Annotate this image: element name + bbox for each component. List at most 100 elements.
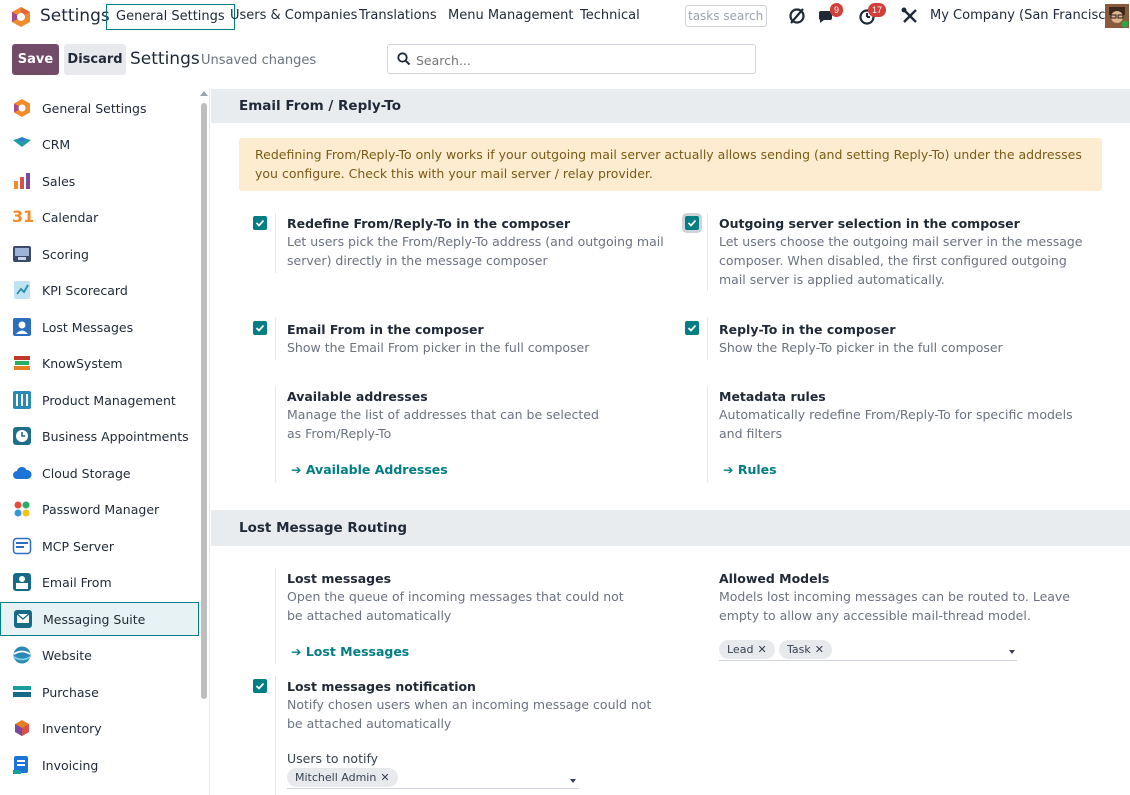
sidebar-item-label: General Settings xyxy=(42,100,147,116)
setting-description: Notify chosen users when an incoming mes… xyxy=(287,697,652,731)
sidebar-item-general-settings[interactable]: General Settings xyxy=(0,91,199,125)
sidebar-item-label: Password Manager xyxy=(42,501,160,517)
setting-description: Automatically redefine From/Reply-To for… xyxy=(719,407,1073,441)
setting-divider xyxy=(707,318,708,360)
setting-title: Lost messages xyxy=(287,571,392,586)
settings-search[interactable] xyxy=(387,44,756,74)
setting-title: Allowed Models xyxy=(719,571,830,586)
sidebar-item-label: Scoring xyxy=(42,246,89,262)
sidebar-item-label: Inventory xyxy=(42,720,102,736)
lost-notification-checkbox[interactable] xyxy=(253,679,267,693)
sidebar-item-crm[interactable]: CRM xyxy=(0,127,199,161)
setting-divider xyxy=(275,386,276,482)
email-from-icon xyxy=(13,573,31,591)
discard-button[interactable]: Discard xyxy=(64,44,126,75)
breadcrumb: Settings xyxy=(130,49,200,69)
sidebar-item-label: CRM xyxy=(42,136,71,152)
sidebar-item-calendar[interactable]: 31 Calendar xyxy=(0,200,199,234)
setting-description: Let users pick the From/Reply-To address… xyxy=(287,234,664,268)
menu-menu-management[interactable]: Menu Management xyxy=(440,4,581,30)
sidebar-item-purchase[interactable]: Purchase xyxy=(0,675,199,709)
sidebar-item-label: Product Management xyxy=(42,392,176,408)
setting-title: Metadata rules xyxy=(719,389,826,404)
outgoing-server-checkbox[interactable] xyxy=(685,216,699,230)
kpi-icon xyxy=(14,281,30,299)
menu-users-companies[interactable]: Users & Companies xyxy=(222,4,365,30)
website-icon xyxy=(13,646,31,664)
sidebar-item-website[interactable]: Website xyxy=(0,638,199,672)
sidebar-item-inventory[interactable]: Inventory xyxy=(0,711,199,745)
sidebar-item-label: Invoicing xyxy=(42,757,99,773)
sidebar-item-lost-messages[interactable]: Lost Messages xyxy=(0,310,199,344)
general-settings-icon xyxy=(14,99,30,117)
dropdown-caret-icon[interactable] xyxy=(570,779,576,783)
available-addresses-link[interactable]: ➔ Available Addresses xyxy=(291,462,448,477)
remove-tag-icon[interactable]: ✕ xyxy=(757,643,766,656)
sidebar-item-label: Sales xyxy=(42,173,76,189)
sidebar-item-invoicing[interactable]: Invoicing xyxy=(0,748,199,782)
sidebar-item-cloud-storage[interactable]: Cloud Storage xyxy=(0,456,199,490)
search-input[interactable] xyxy=(416,50,746,70)
sidebar-item-sales[interactable]: Sales xyxy=(0,164,199,198)
remove-tag-icon[interactable]: ✕ xyxy=(815,643,824,656)
redefine-checkbox[interactable] xyxy=(253,216,267,230)
allowed-models-field[interactable]: Lead ✕ Task ✕ xyxy=(719,639,1017,661)
setting-divider xyxy=(275,568,276,664)
menu-translations[interactable]: Translations xyxy=(351,4,445,30)
company-switcher[interactable]: My Company (San Francisco) xyxy=(930,8,1118,23)
chat-badge: 9 xyxy=(830,3,844,17)
lost-messages-link[interactable]: ➔ Lost Messages xyxy=(291,644,409,659)
menu-general-settings[interactable]: General Settings xyxy=(106,4,235,30)
settings-app-icon[interactable] xyxy=(10,6,32,28)
sidebar-item-label: Email From xyxy=(42,574,112,590)
sidebar-item-product-management[interactable]: Product Management xyxy=(0,383,199,417)
settings-app-sidebar: General Settings CRM Sales 31 Calendar S… xyxy=(0,89,210,795)
reply-to-checkbox[interactable] xyxy=(685,321,699,335)
sales-icon xyxy=(14,173,30,189)
setting-divider xyxy=(275,676,276,795)
sidebar-item-scoring[interactable]: Scoring xyxy=(0,237,199,271)
rules-link[interactable]: ➔ Rules xyxy=(723,462,777,477)
tag-task: Task ✕ xyxy=(779,640,832,659)
sidebar-item-password-manager[interactable]: Password Manager xyxy=(0,492,199,526)
warning-alert: Redefining From/Reply-To only works if y… xyxy=(239,138,1102,191)
purchase-icon xyxy=(13,686,31,697)
dropdown-caret-icon[interactable] xyxy=(1009,650,1015,654)
activity-badge: 17 xyxy=(868,3,887,17)
save-button[interactable]: Save xyxy=(12,44,59,75)
scroll-up-arrow-icon[interactable] xyxy=(200,91,208,96)
user-avatar[interactable] xyxy=(1105,4,1129,28)
setting-divider xyxy=(707,386,708,482)
sidebar-item-label: Business Appointments xyxy=(42,428,189,444)
setting-title: Email From in the composer xyxy=(287,322,484,337)
settings-content: Email From / Reply-To Redefining From/Re… xyxy=(211,89,1130,795)
sidebar-item-label: KnowSystem xyxy=(42,355,123,371)
tasks-search-input[interactable]: tasks search xyxy=(685,5,767,27)
calendar-icon: 31 xyxy=(12,207,35,226)
sidebar-item-knowsystem[interactable]: KnowSystem xyxy=(0,346,199,380)
email-from-picker-checkbox[interactable] xyxy=(253,321,267,335)
sidebar-item-business-appointments[interactable]: Business Appointments xyxy=(0,419,199,453)
scroll-thumb[interactable] xyxy=(201,103,207,699)
setting-description: Let users choose the outgoing mail serve… xyxy=(719,234,1083,287)
users-to-notify-field[interactable]: Mitchell Admin ✕ xyxy=(287,767,579,789)
users-to-notify-label: Users to notify xyxy=(287,751,379,766)
sidebar-item-label: MCP Server xyxy=(42,538,115,554)
sidebar-item-email-from[interactable]: Email From xyxy=(0,565,199,599)
tools-icon[interactable] xyxy=(899,5,921,27)
setting-title: Lost messages notification xyxy=(287,679,476,694)
inventory-icon xyxy=(15,720,29,736)
sidebar-item-mcp-server[interactable]: MCP Server xyxy=(0,529,199,563)
status-loop-icon[interactable] xyxy=(786,5,808,27)
password-icon xyxy=(14,501,30,517)
app-name[interactable]: Settings xyxy=(40,6,110,26)
remove-tag-icon[interactable]: ✕ xyxy=(380,771,389,784)
setting-divider xyxy=(707,213,708,291)
menu-technical[interactable]: Technical xyxy=(572,4,648,30)
setting-title: Outgoing server selection in the compose… xyxy=(719,216,1020,231)
search-icon xyxy=(397,52,411,66)
sidebar-scrollbar[interactable] xyxy=(200,89,208,795)
sidebar-item-messaging-suite[interactable]: Messaging Suite xyxy=(0,602,199,636)
knowsystem-icon xyxy=(14,356,30,370)
sidebar-item-kpi-scorecard[interactable]: KPI Scorecard xyxy=(0,273,199,307)
